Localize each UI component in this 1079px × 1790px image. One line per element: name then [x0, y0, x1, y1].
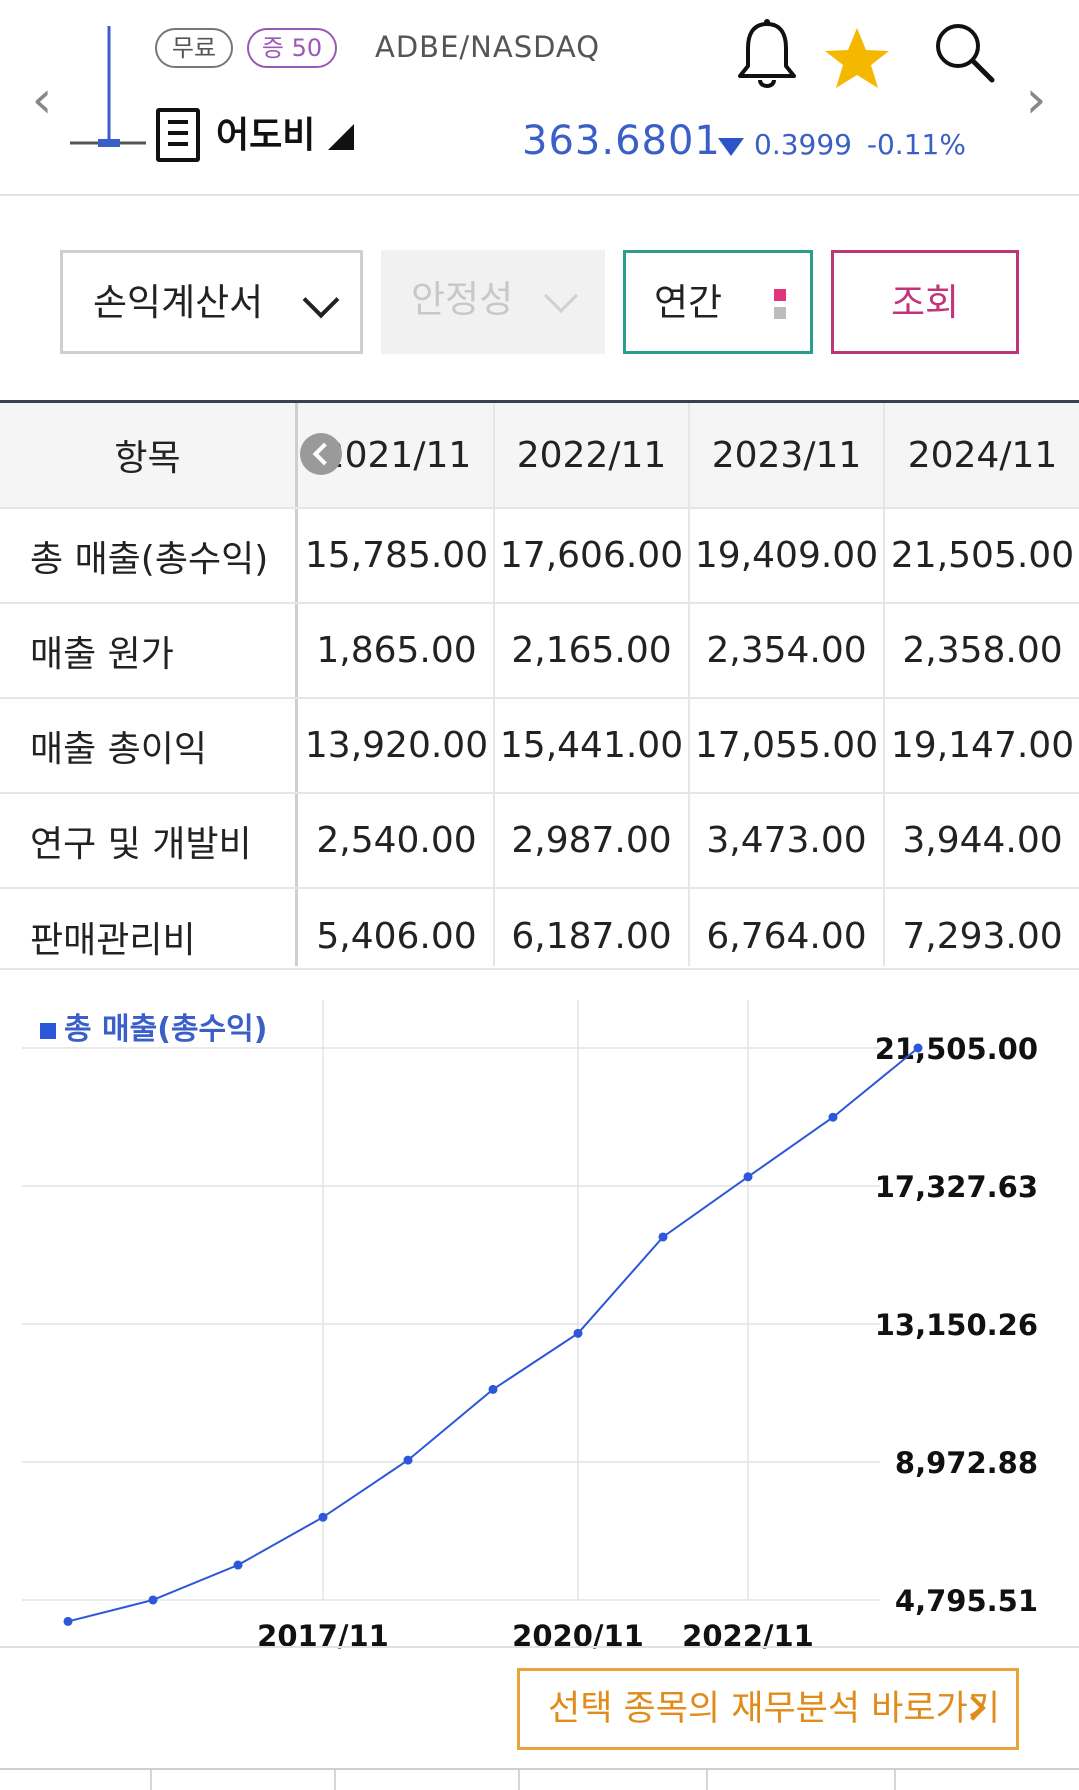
- margin-badge: 증 50: [247, 28, 337, 68]
- chart-legend: 총 매출(총수익): [40, 1004, 267, 1048]
- toggle-indicator-icon: [774, 289, 786, 301]
- data-point: [63, 1616, 73, 1626]
- row-label: 연구 및 개발비: [0, 794, 298, 887]
- y-tick-label: 4,795.51: [895, 1584, 1038, 1618]
- row-label: 매출 총이익: [0, 699, 298, 792]
- document-icon[interactable]: [156, 108, 200, 162]
- data-point: [233, 1560, 243, 1570]
- data-point: [743, 1172, 753, 1182]
- row-label: 매출 원가: [0, 604, 298, 697]
- scroll-left-icon[interactable]: [300, 433, 342, 475]
- free-badge: 무료: [155, 28, 233, 68]
- tab-divider: [518, 1770, 520, 1790]
- table-row[interactable]: 매출 총이익 13,920.00 15,441.00 17,055.00 19,…: [0, 699, 1079, 794]
- tab-divider: [706, 1770, 708, 1790]
- period-select[interactable]: 연간: [623, 250, 813, 354]
- data-point: [318, 1512, 328, 1522]
- table-cell: 17,055.00: [690, 699, 885, 792]
- table-cell: 2,358.00: [902, 630, 1063, 671]
- table-row[interactable]: 매출 원가 1,865.00 2,165.00 2,354.00 2,358.0…: [0, 604, 1079, 699]
- table-cell: 2,987.00: [495, 794, 690, 887]
- column-header-item: 항목: [0, 403, 298, 507]
- report-type-label: 손익계산서: [93, 281, 264, 324]
- y-tick-label: 8,972.88: [895, 1446, 1038, 1480]
- table-cell: 5,406.00: [300, 889, 495, 966]
- legend-label: 총 매출(총수익): [64, 1012, 268, 1047]
- financial-table: 항목 2021/11 2022/11 2023/11 2024/11 총 매출(…: [0, 400, 1079, 966]
- legend-swatch: [40, 1022, 56, 1039]
- stock-dropdown-icon[interactable]: [328, 124, 354, 150]
- chevron-right-icon[interactable]: ›: [1016, 70, 1056, 130]
- table-cell: 19,409.00: [690, 509, 885, 602]
- data-point: [488, 1384, 498, 1394]
- table-cell: 2,354.00: [690, 604, 885, 697]
- metric-label: 안정성: [411, 278, 514, 321]
- table-cell: 15,441.00: [495, 699, 690, 792]
- metric-select[interactable]: 안정성: [381, 250, 605, 354]
- search-icon[interactable]: [928, 14, 998, 94]
- table-cell: 6,764.00: [690, 889, 885, 966]
- table-cell: 3,944.00: [902, 820, 1063, 861]
- down-arrow-icon: [718, 138, 744, 156]
- line-chart: 21,505.00 17,327.63 13,150.26 8,972.88 4,795…: [22, 1000, 1038, 1650]
- data-point: [658, 1232, 668, 1242]
- table-cell: 6,187.00: [495, 889, 690, 966]
- series-line: [67, 1047, 919, 1623]
- financial-analysis-link-button[interactable]: 선택 종목의 재무분석 바로가기: [517, 1668, 1019, 1750]
- table-cell: 17,606.00: [495, 509, 690, 602]
- data-point: [913, 1043, 923, 1053]
- table-header-row: 항목 2021/11 2022/11 2023/11 2024/11: [0, 403, 1079, 509]
- chevron-down-icon: [544, 279, 578, 313]
- row-label: 판매관리비: [0, 889, 298, 966]
- table-cell: 2,540.00: [300, 794, 495, 887]
- revenue-chart: 21,505.00 17,327.63 13,150.26 8,972.88 4,795…: [0, 968, 1079, 1650]
- data-point: [148, 1595, 158, 1605]
- table-row[interactable]: 연구 및 개발비 2,540.00 2,987.00 3,473.00 3,94…: [0, 794, 1079, 889]
- table-cell: 7,293.00: [902, 916, 1063, 957]
- data-point: [828, 1112, 838, 1122]
- table-cell: 3,473.00: [690, 794, 885, 887]
- chevron-down-icon: [302, 281, 340, 319]
- table-cell: 19,147.00: [890, 725, 1075, 766]
- query-button[interactable]: 조회: [831, 250, 1019, 354]
- table-cell: 2,165.00: [495, 604, 690, 697]
- bell-icon[interactable]: [732, 14, 802, 94]
- filter-controls: 손익계산서 안정성 연간 조회: [0, 250, 1079, 354]
- y-tick-label: 21,505.00: [875, 1032, 1038, 1066]
- report-type-select[interactable]: 손익계산서: [60, 250, 363, 354]
- stock-name[interactable]: 어도비: [216, 106, 315, 158]
- divider: [0, 1646, 1079, 1648]
- mini-chart-icon: [70, 26, 146, 147]
- column-header-year: 2023/11: [690, 403, 885, 507]
- data-point: [403, 1455, 413, 1465]
- chevron-left-icon[interactable]: ‹: [22, 70, 62, 130]
- y-tick-label: 17,327.63: [875, 1170, 1038, 1204]
- data-point: [573, 1328, 583, 1338]
- tab-divider: [894, 1770, 896, 1790]
- table-cell: 21,505.00: [890, 535, 1075, 576]
- ticker-symbol: ADBE/NASDAQ: [375, 30, 601, 64]
- column-header-year: 2024/11: [907, 434, 1058, 476]
- bottom-tab-bar: [0, 1768, 1079, 1790]
- stock-header: ‹ 무료 증 50 ADBE/NASDAQ 어도비 363.6801 0.399…: [0, 0, 1079, 196]
- price-change: 0.3999 -0.11%: [754, 128, 966, 161]
- table-cell: 15,785.00: [300, 509, 495, 602]
- table-row[interactable]: 총 매출(총수익) 15,785.00 17,606.00 19,409.00 …: [0, 509, 1079, 604]
- table-row[interactable]: 판매관리비 5,406.00 6,187.00 6,764.00 7,293.0…: [0, 889, 1079, 966]
- column-header-year: 2022/11: [495, 403, 690, 507]
- tab-divider: [150, 1770, 152, 1790]
- y-tick-label: 13,150.26: [875, 1308, 1038, 1342]
- table-cell: 1,865.00: [300, 604, 495, 697]
- period-label: 연간: [654, 281, 723, 324]
- star-icon[interactable]: [822, 14, 892, 94]
- table-cell: 13,920.00: [300, 699, 495, 792]
- current-price: 363.6801: [522, 118, 721, 164]
- toggle-indicator-icon: [774, 307, 786, 319]
- tab-divider: [334, 1770, 336, 1790]
- goto-label: 선택 종목의 재무분석 바로가기: [548, 1689, 1000, 1729]
- row-label: 총 매출(총수익): [0, 509, 298, 602]
